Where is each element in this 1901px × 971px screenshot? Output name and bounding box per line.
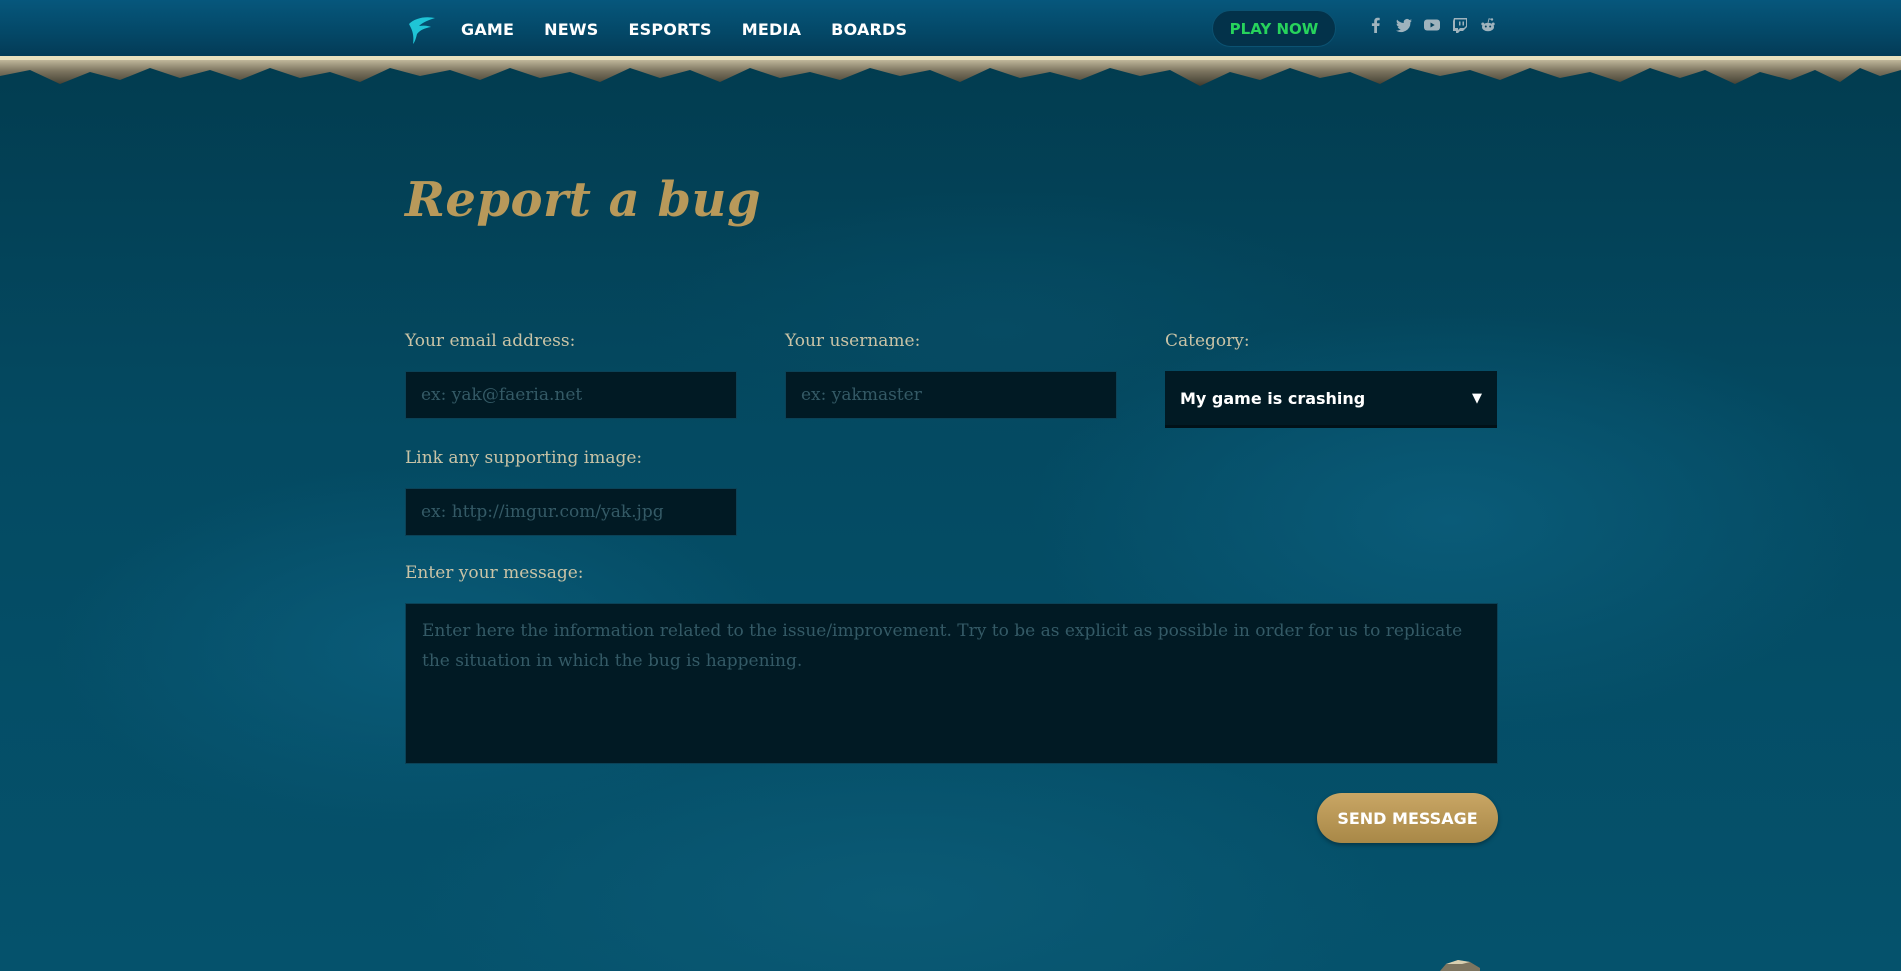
nav-media[interactable]: MEDIA — [742, 20, 801, 39]
caret-down-icon: ▼ — [1472, 390, 1482, 406]
nav-news[interactable]: NEWS — [544, 20, 598, 39]
page-background — [0, 0, 1901, 971]
page-title: Report a bug — [405, 172, 762, 228]
message-textarea[interactable] — [405, 603, 1498, 764]
nav-game[interactable]: GAME — [461, 20, 514, 39]
social-links — [1367, 16, 1497, 34]
faeria-logo-icon[interactable] — [405, 12, 439, 46]
send-message-button[interactable]: SEND MESSAGE — [1317, 793, 1498, 843]
message-label: Enter your message: — [405, 563, 584, 583]
main-nav: GAME NEWS ESPORTS MEDIA BOARDS PLAY NOW — [405, 0, 1497, 58]
nav-links: GAME NEWS ESPORTS MEDIA BOARDS — [461, 20, 907, 39]
twitch-icon[interactable] — [1451, 16, 1469, 34]
username-label: Your username: — [785, 331, 921, 351]
email-input[interactable] — [405, 371, 737, 419]
image-link-input[interactable] — [405, 488, 737, 536]
category-selected-value: My game is crashing — [1180, 388, 1366, 408]
username-input[interactable] — [785, 371, 1117, 419]
rocky-header-border — [0, 56, 1901, 86]
image-label: Link any supporting image: — [405, 448, 643, 468]
facebook-icon[interactable] — [1367, 16, 1385, 34]
reddit-icon[interactable] — [1479, 16, 1497, 34]
play-now-button[interactable]: PLAY NOW — [1212, 10, 1336, 47]
youtube-icon[interactable] — [1423, 16, 1441, 34]
nav-esports[interactable]: ESPORTS — [628, 20, 711, 39]
email-label: Your email address: — [405, 331, 576, 351]
twitter-icon[interactable] — [1395, 16, 1413, 34]
decorative-rock — [1440, 960, 1480, 971]
category-select[interactable]: My game is crashing ▼ — [1165, 371, 1497, 428]
category-label: Category: — [1165, 331, 1250, 351]
nav-boards[interactable]: BOARDS — [831, 20, 907, 39]
